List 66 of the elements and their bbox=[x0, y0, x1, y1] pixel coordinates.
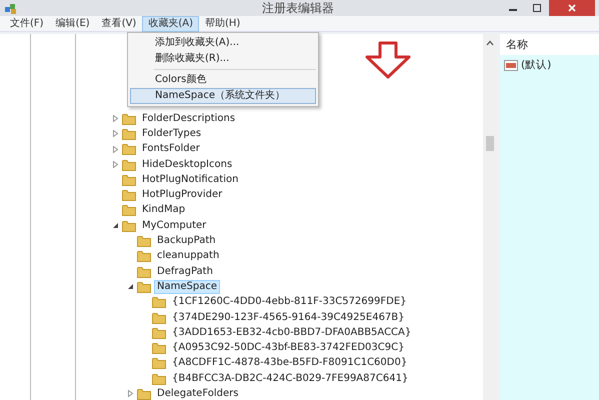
down-arrow-icon bbox=[364, 41, 412, 79]
registry-cubes-icon bbox=[4, 1, 18, 15]
tree-item[interactable]: BackupPath bbox=[154, 234, 219, 248]
collapsed-triangle-icon[interactable] bbox=[112, 161, 119, 168]
menu-entry[interactable]: Colors颜色 bbox=[130, 72, 316, 88]
maximize-icon bbox=[532, 3, 542, 13]
folder-icon bbox=[122, 204, 136, 216]
tree-item[interactable]: {3ADD1653-EB32-4cb0-BBD7-DFA0ABB5ACCA} bbox=[169, 326, 414, 340]
close-icon bbox=[567, 3, 577, 13]
tree-item[interactable]: NameSpace bbox=[154, 280, 220, 294]
scroll-up-icon[interactable] bbox=[486, 40, 494, 46]
folder-icon bbox=[122, 158, 136, 171]
folder-icon bbox=[137, 235, 151, 248]
tree-item[interactable]: HideDesktopIcons bbox=[139, 158, 236, 172]
scrollbar[interactable] bbox=[483, 34, 497, 400]
tree-item[interactable]: KindMap bbox=[139, 203, 188, 218]
scrollbar-thumb[interactable] bbox=[486, 136, 494, 151]
collapsed-triangle-icon[interactable] bbox=[112, 130, 119, 138]
folder-icon bbox=[152, 342, 166, 354]
menu-item[interactable]: 编辑(E) bbox=[50, 16, 96, 32]
tree-item[interactable]: {A8CDFF1C-4878-43be-B5FD-F8091C1C60D0} bbox=[169, 356, 410, 370]
tree-item[interactable]: {1CF1260C-4DD0-4ebb-811F-33C572699FDE} bbox=[169, 295, 410, 310]
tree-item[interactable]: MyComputer bbox=[139, 218, 210, 233]
value-name[interactable]: (默认) bbox=[521, 58, 552, 72]
folder-icon bbox=[122, 112, 136, 125]
tree-item[interactable]: {A0953C92-50DC-43bf-BE83-3742FED03C9C} bbox=[169, 341, 408, 356]
menu-item[interactable]: 收藏夹(A) bbox=[142, 16, 199, 32]
collapsed-triangle-icon[interactable] bbox=[127, 390, 134, 398]
folder-icon bbox=[137, 250, 151, 262]
folder-icon bbox=[122, 143, 136, 156]
folder-icon bbox=[122, 128, 136, 140]
menu-item[interactable]: 查看(V) bbox=[96, 16, 142, 32]
tree-item[interactable]: {B4BFCC3A-DB2C-424C-B029-7FE99A87C641} bbox=[169, 372, 412, 386]
expanded-triangle-icon[interactable] bbox=[112, 222, 119, 230]
menu-item[interactable]: 帮助(H) bbox=[199, 16, 246, 32]
expanded-triangle-icon[interactable] bbox=[127, 283, 134, 290]
tree-item[interactable]: FolderTypes bbox=[139, 126, 204, 141]
string-value-icon bbox=[504, 60, 518, 70]
menu-entry[interactable]: NameSpace（系统文件夹） bbox=[130, 88, 316, 104]
tree-item[interactable]: DefragPath bbox=[154, 264, 216, 279]
close-button[interactable] bbox=[549, 0, 595, 16]
menu-item[interactable]: 文件(F) bbox=[4, 16, 50, 32]
tree-item[interactable]: FolderDescriptions bbox=[139, 112, 238, 126]
column-header[interactable]: 名称 bbox=[500, 34, 599, 55]
collapsed-triangle-icon[interactable] bbox=[112, 146, 119, 153]
tree-item[interactable]: cleanuppath bbox=[154, 249, 222, 264]
folder-icon bbox=[122, 174, 136, 186]
folder-icon bbox=[152, 312, 166, 324]
folder-icon bbox=[122, 220, 136, 232]
window-title: 注册表编辑器 bbox=[262, 0, 334, 16]
menu-entry[interactable]: 添加到收藏夹(A)... bbox=[130, 35, 316, 51]
tree-item[interactable]: {374DE290-123F-4565-9164-39C4925E467B} bbox=[169, 310, 408, 324]
folder-icon bbox=[152, 357, 166, 370]
folder-icon bbox=[122, 189, 136, 202]
tree-item[interactable]: FontsFolder bbox=[139, 142, 203, 156]
folder-icon bbox=[137, 280, 151, 293]
tree-item[interactable]: DelegateFolders bbox=[154, 386, 242, 400]
collapsed-triangle-icon[interactable] bbox=[112, 115, 119, 122]
folder-icon bbox=[137, 266, 151, 278]
menu-entry[interactable]: 删除收藏夹(R)... bbox=[130, 51, 316, 67]
tree-item[interactable]: HotPlugProvider bbox=[139, 188, 226, 202]
folder-icon bbox=[152, 296, 166, 308]
tree-item[interactable]: HotPlugNotification bbox=[139, 172, 242, 187]
folder-icon bbox=[152, 326, 166, 339]
folder-icon bbox=[152, 372, 166, 385]
folder-icon bbox=[137, 388, 151, 400]
